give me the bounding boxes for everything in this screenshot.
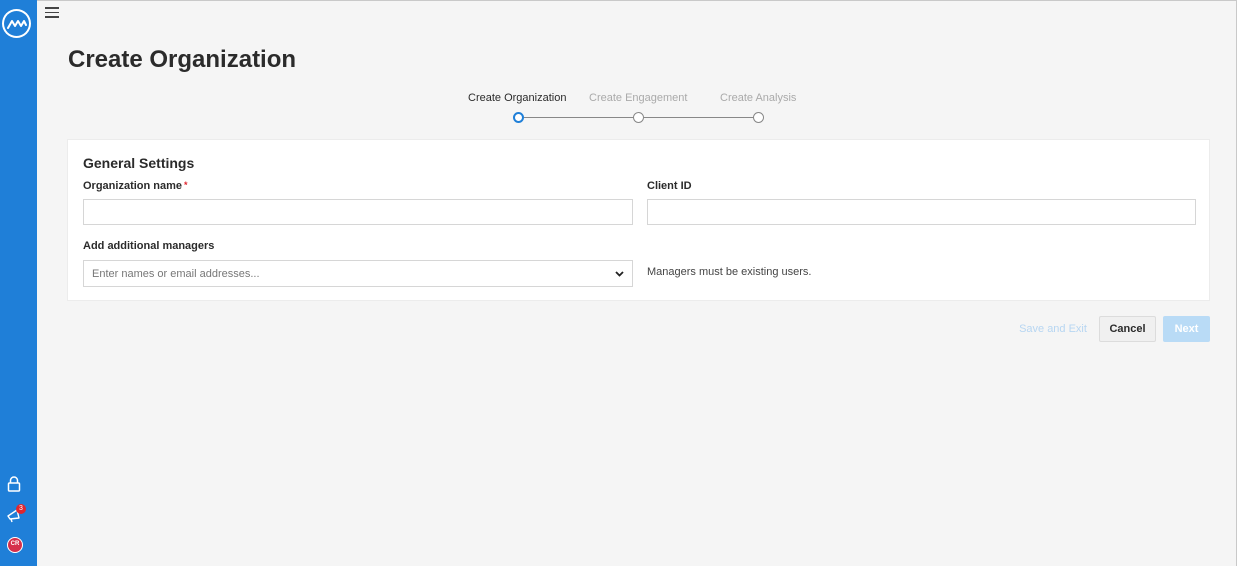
required-mark: * <box>184 180 188 190</box>
client-id-label: Client ID <box>647 180 692 192</box>
step-dot-create-analysis <box>753 112 764 123</box>
step-label-create-analysis: Create Analysis <box>720 92 797 104</box>
notification-badge: 3 <box>16 504 26 514</box>
top-divider <box>37 0 1237 1</box>
section-title: General Settings <box>83 155 195 171</box>
next-button[interactable]: Next <box>1163 316 1210 342</box>
cancel-button[interactable]: Cancel <box>1099 316 1156 342</box>
lock-icon[interactable] <box>5 475 23 493</box>
managers-placeholder: Enter names or email addresses... <box>92 267 260 280</box>
organization-name-input[interactable] <box>83 199 633 225</box>
sidebar: 3 CR <box>0 0 37 566</box>
wizard-stepper: Create Organization Create Engagement Cr… <box>460 90 820 130</box>
step-dot-create-engagement <box>633 112 644 123</box>
step-connector <box>524 117 641 118</box>
general-settings-card: General Settings Organization name * Clie… <box>67 139 1210 301</box>
step-dot-create-organization <box>513 112 524 123</box>
step-label-create-organization: Create Organization <box>468 92 567 104</box>
user-avatar[interactable]: CR <box>7 537 23 553</box>
organization-name-label: Organization name * <box>83 180 188 192</box>
step-label-create-engagement: Create Engagement <box>589 92 688 104</box>
chevron-down-icon <box>614 269 624 279</box>
managers-helper-text: Managers must be existing users. <box>647 266 812 278</box>
managers-select[interactable]: Enter names or email addresses... <box>83 260 633 287</box>
app-logo[interactable] <box>2 9 31 38</box>
mountain-logo-icon <box>4 11 29 36</box>
organization-name-label-text: Organization name <box>83 180 183 192</box>
client-id-input[interactable] <box>647 199 1196 225</box>
managers-label: Add additional managers <box>83 240 215 252</box>
step-connector <box>644 117 761 118</box>
page-title: Create Organization <box>68 46 297 73</box>
save-and-exit-button[interactable]: Save and Exit <box>1013 318 1093 340</box>
menu-icon[interactable] <box>45 7 59 19</box>
